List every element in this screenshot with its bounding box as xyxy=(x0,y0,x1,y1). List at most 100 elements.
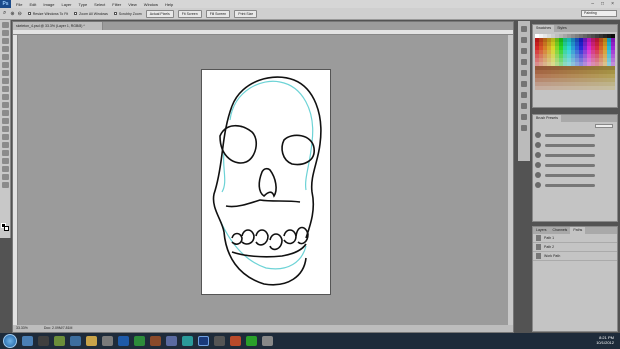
3d-rotate-tool-icon[interactable] xyxy=(1,166,9,172)
move-tool-icon[interactable] xyxy=(1,22,9,28)
app-icon[interactable] xyxy=(166,336,177,346)
master-diameter-field[interactable] xyxy=(595,124,613,128)
brush-preset-item[interactable] xyxy=(535,140,617,150)
menu-help[interactable]: Help xyxy=(165,2,173,7)
tool-presets-panel-icon[interactable] xyxy=(521,125,527,131)
brush-panel-icon[interactable] xyxy=(521,81,527,87)
eraser-tool-icon[interactable] xyxy=(1,102,9,108)
clone-source-panel-icon[interactable] xyxy=(521,92,527,98)
hand-tool-icon[interactable] xyxy=(1,174,9,180)
zoom-tool-icon[interactable]: ⌕ xyxy=(3,10,6,17)
zoom-tool-icon[interactable] xyxy=(1,182,9,188)
menu-layer[interactable]: Layer xyxy=(61,2,71,7)
menu-edit[interactable]: Edit xyxy=(29,2,36,7)
brush-preset-item[interactable] xyxy=(535,130,617,140)
actual-pixels-button[interactable]: Actual Pixels xyxy=(145,9,174,18)
menu-view[interactable]: View xyxy=(128,2,137,7)
tab-channels[interactable]: Channels xyxy=(550,227,571,234)
tab-paths[interactable]: Paths xyxy=(570,227,586,234)
swatch-grid[interactable] xyxy=(533,32,617,92)
print-size-button[interactable]: Print Size xyxy=(234,9,258,18)
utility-app-icon[interactable] xyxy=(102,336,113,346)
app-icon[interactable] xyxy=(150,336,161,346)
marquee-tool-icon[interactable] xyxy=(1,30,9,36)
path-row[interactable]: Path 1 xyxy=(533,234,617,243)
close-icon[interactable]: × xyxy=(611,1,614,7)
terminal-app-icon[interactable] xyxy=(38,336,49,346)
panel-icon-strip xyxy=(518,21,530,161)
pen-tool-icon[interactable] xyxy=(1,134,9,140)
dodge-tool-icon[interactable] xyxy=(1,126,9,132)
type-tool-icon[interactable] xyxy=(1,142,9,148)
media-app-icon[interactable] xyxy=(70,336,81,346)
brush-preset-item[interactable] xyxy=(535,170,617,180)
fill-screen-button[interactable]: Fill Screen xyxy=(205,9,231,18)
app-icon[interactable] xyxy=(230,336,241,346)
artwork-canvas[interactable] xyxy=(201,69,331,295)
zoom-out-icon[interactable]: ⊖ xyxy=(18,11,22,17)
path-row[interactable]: Work Path xyxy=(533,252,617,261)
system-clock[interactable]: 8:21 PM 10/1/2012 xyxy=(596,335,614,345)
background-color-swatch[interactable] xyxy=(4,226,9,231)
quick-select-tool-icon[interactable] xyxy=(1,46,9,52)
blur-tool-icon[interactable] xyxy=(1,118,9,124)
menu-select[interactable]: Select xyxy=(94,2,105,7)
adjustments-panel-icon[interactable] xyxy=(521,59,527,65)
maximize-icon[interactable]: □ xyxy=(601,1,604,7)
crop-tool-icon[interactable] xyxy=(1,54,9,60)
tab-swatches[interactable]: Swatches xyxy=(533,25,555,32)
app-icon[interactable] xyxy=(262,336,273,346)
app-icon[interactable] xyxy=(246,336,257,346)
brush-preset-item[interactable] xyxy=(535,160,617,170)
explorer-app-icon[interactable] xyxy=(22,336,33,346)
brush-preset-item[interactable] xyxy=(535,180,617,190)
folder-app-icon[interactable] xyxy=(86,336,97,346)
document-tab[interactable]: skeleton_4.psd @ 33.3% (Layer 1, RGB/8) … xyxy=(13,22,103,30)
clone-stamp-tool-icon[interactable] xyxy=(1,86,9,92)
brush-preset-item[interactable] xyxy=(535,150,617,160)
zoom-in-icon[interactable]: ⊕ xyxy=(10,11,14,17)
lasso-tool-icon[interactable] xyxy=(1,38,9,44)
menu-filter[interactable]: Filter xyxy=(112,2,121,7)
menu-image[interactable]: Image xyxy=(43,2,54,7)
word-app-icon[interactable] xyxy=(118,336,129,346)
fit-screen-button[interactable]: Fit Screen xyxy=(177,9,202,18)
eyedropper-tool-icon[interactable] xyxy=(1,62,9,68)
menu-window[interactable]: Window xyxy=(144,2,158,7)
tab-brush-presets[interactable]: Brush Presets xyxy=(533,115,561,122)
photoshop-taskbar-icon[interactable] xyxy=(198,336,209,346)
start-button[interactable] xyxy=(3,334,17,348)
path-row[interactable]: Path 2 xyxy=(533,243,617,252)
masks-panel-icon[interactable] xyxy=(521,70,527,76)
vertical-scrollbar[interactable] xyxy=(508,35,513,326)
brush-tool-icon[interactable] xyxy=(1,78,9,84)
horizontal-ruler[interactable] xyxy=(13,30,513,35)
paragraph-panel-icon[interactable] xyxy=(521,114,527,120)
swatch-color[interactable] xyxy=(611,86,615,90)
scrubby-zoom-checkbox[interactable]: Scrubby Zoom xyxy=(113,12,142,16)
tab-layers[interactable]: Layers xyxy=(533,227,550,234)
tab-styles[interactable]: Styles xyxy=(554,25,570,32)
color-panel-icon[interactable] xyxy=(521,48,527,54)
gradient-tool-icon[interactable] xyxy=(1,110,9,116)
vertical-ruler[interactable] xyxy=(13,35,18,326)
history-panel-icon[interactable] xyxy=(521,26,527,32)
browser-app-icon[interactable] xyxy=(182,336,193,346)
game-app-icon[interactable] xyxy=(54,336,65,346)
character-panel-icon[interactable] xyxy=(521,103,527,109)
menu-type[interactable]: Type xyxy=(79,2,88,7)
minimize-icon[interactable]: – xyxy=(591,1,594,7)
menu-file[interactable]: File xyxy=(16,2,22,7)
app-icon[interactable] xyxy=(214,336,225,346)
resize-windows-checkbox[interactable]: Resize Windows To Fit xyxy=(27,12,68,16)
path-select-tool-icon[interactable] xyxy=(1,150,9,156)
dreamweaver-app-icon[interactable] xyxy=(134,336,145,346)
actions-panel-icon[interactable] xyxy=(521,37,527,43)
workspace-select[interactable]: Painting xyxy=(581,10,617,17)
shape-tool-icon[interactable] xyxy=(1,158,9,164)
history-brush-tool-icon[interactable] xyxy=(1,94,9,100)
zoom-all-checkbox[interactable]: Zoom All Windows xyxy=(74,12,108,16)
healing-tool-icon[interactable] xyxy=(1,70,9,76)
swatches-panel: Swatches Styles xyxy=(532,24,618,108)
zoom-readout[interactable]: 33.33% xyxy=(16,325,28,332)
